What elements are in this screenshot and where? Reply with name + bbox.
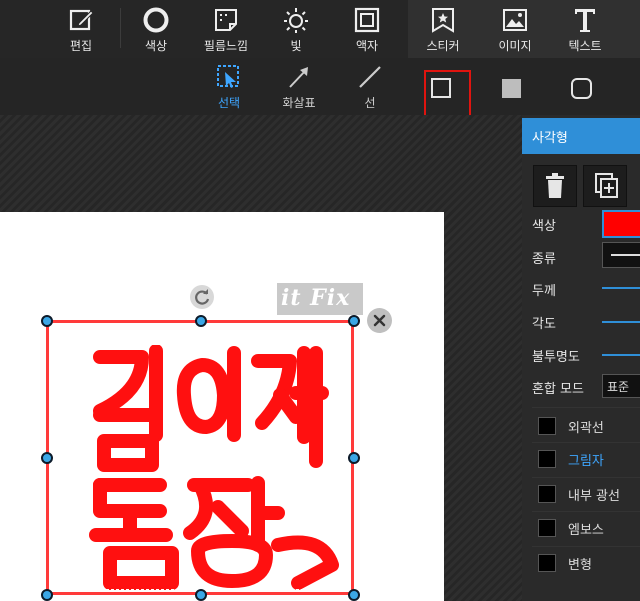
line-type-preview (611, 254, 640, 256)
select-cursor-icon (217, 65, 239, 88)
resize-handle-right[interactable] (348, 452, 360, 464)
check-transform[interactable]: 변형 (522, 550, 640, 580)
check-outline[interactable]: 외곽선 (522, 411, 640, 441)
type-label: 종류 (532, 252, 556, 267)
color-swatch[interactable] (602, 210, 640, 238)
tool-color[interactable]: 색상 (121, 0, 191, 58)
check-shadow-label: 그림자 (568, 454, 604, 469)
divider (532, 546, 640, 547)
subtool-line-label: 선 (364, 96, 376, 110)
tool-text-label: 텍스트 (568, 39, 602, 53)
film-icon (215, 9, 237, 31)
subtool-select[interactable]: 선택 (194, 58, 264, 115)
tool-image-label: 이미지 (498, 39, 532, 53)
divider (532, 511, 640, 512)
line-type-select[interactable] (602, 242, 640, 268)
delete-handle[interactable] (367, 308, 392, 333)
panel-header: 사각형 (522, 118, 640, 154)
blend-mode-select[interactable]: 표준 (602, 374, 640, 398)
tool-edit-label: 편집 (69, 39, 93, 53)
close-icon (373, 314, 386, 327)
tool-image[interactable]: 이미지 (480, 0, 550, 58)
watermark-text: it Fix (281, 285, 351, 311)
tool-text[interactable]: 텍스트 (550, 0, 620, 58)
text-icon (575, 9, 595, 32)
angle-slider[interactable] (602, 321, 640, 323)
trash-icon (546, 173, 564, 198)
tool-edit[interactable]: 편집 (46, 0, 116, 58)
divider (532, 407, 640, 408)
delete-button[interactable] (533, 165, 577, 207)
resize-handle-left[interactable] (41, 452, 53, 464)
check-inner-glow-label: 내부 광선 (568, 489, 620, 504)
tool-sticker[interactable]: 스티커 (408, 0, 478, 58)
checkbox[interactable] (538, 450, 556, 468)
main-toolbar: 편집 색상 필름느낌 빛 액자 스티커 이미지 텍스트 (0, 0, 640, 58)
divider (532, 477, 640, 478)
arrow-icon (289, 67, 308, 88)
canvas-workspace[interactable]: it Fix (0, 115, 522, 601)
check-transform-label: 변형 (568, 558, 592, 573)
rounded-rectangle-icon (571, 78, 592, 99)
shape-rounded-rectangle-button[interactable] (560, 68, 604, 118)
light-sun-icon (284, 8, 308, 33)
check-shadow[interactable]: 그림자 (522, 446, 640, 476)
checkbox[interactable] (538, 519, 556, 537)
drawing-subtoolbar: 선택 화살표 선 (0, 58, 640, 115)
rotate-handle[interactable] (190, 285, 214, 309)
check-outline-label: 외곽선 (568, 421, 604, 436)
tool-light[interactable]: 빛 (261, 0, 331, 58)
properties-panel: 사각형 색상 종류 두께 각도 불투명도 혼합 모드 표준 외곽선 그림자 내부… (522, 115, 640, 601)
subtool-arrow-label: 화살표 (282, 96, 316, 110)
line-icon (359, 66, 381, 88)
check-emboss-label: 엠보스 (568, 523, 604, 538)
tool-frame-label: 액자 (355, 39, 379, 53)
tool-sticker-label: 스티커 (426, 39, 460, 53)
color-circle-icon (143, 7, 169, 33)
checkbox[interactable] (538, 554, 556, 572)
image-icon (503, 9, 527, 31)
tool-frame[interactable]: 액자 (332, 0, 402, 58)
check-inner-glow[interactable]: 내부 광선 (522, 481, 640, 511)
sticker-icon (432, 8, 454, 33)
edit-icon (69, 9, 94, 31)
check-emboss[interactable]: 엠보스 (522, 515, 640, 545)
tool-film[interactable]: 필름느낌 (191, 0, 261, 58)
blend-mode-label: 혼합 모드 (532, 382, 584, 397)
resize-handle-bottom-right[interactable] (348, 589, 360, 601)
panel-title: 사각형 (532, 131, 568, 146)
checkbox[interactable] (538, 417, 556, 435)
tool-color-label: 색상 (144, 39, 168, 53)
opacity-label: 불투명도 (532, 350, 580, 365)
subtool-select-label: 선택 (217, 96, 241, 110)
selection-rect[interactable] (46, 320, 354, 595)
divider (532, 442, 640, 443)
blend-mode-value: 표준 (607, 380, 630, 394)
angle-label: 각도 (532, 317, 556, 332)
watermark-label: it Fix (277, 283, 363, 315)
resize-handle-top-left[interactable] (41, 315, 53, 327)
frame-icon (354, 7, 380, 33)
duplicate-button[interactable] (583, 165, 627, 207)
tool-film-label: 필름느낌 (203, 39, 249, 53)
rotate-icon (195, 289, 210, 305)
subtool-line[interactable]: 선 (335, 58, 405, 115)
tool-light-label: 빛 (290, 39, 302, 53)
subtool-arrow[interactable]: 화살표 (264, 58, 334, 115)
rectangle-filled-icon (502, 79, 521, 98)
duplicate-icon (595, 173, 618, 198)
thickness-slider[interactable] (602, 287, 640, 289)
checkbox[interactable] (538, 485, 556, 503)
color-label: 색상 (532, 219, 556, 234)
resize-handle-bottom[interactable] (195, 589, 207, 601)
resize-handle-top[interactable] (195, 315, 207, 327)
opacity-slider[interactable] (602, 354, 640, 356)
resize-handle-top-right[interactable] (348, 315, 360, 327)
shape-rectangle-filled-button[interactable] (490, 68, 534, 118)
resize-handle-bottom-left[interactable] (41, 589, 53, 601)
thickness-label: 두께 (532, 284, 556, 299)
